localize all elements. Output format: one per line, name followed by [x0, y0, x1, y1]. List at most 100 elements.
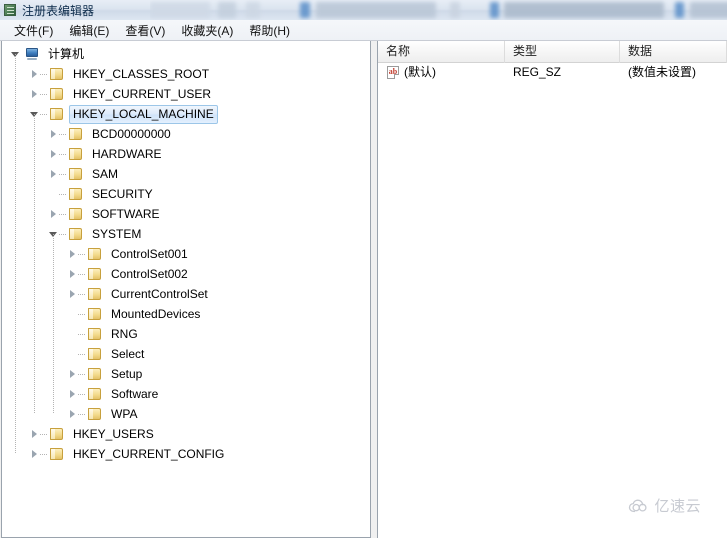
tree-connector: [59, 189, 68, 200]
list-column-headers: 名称 类型 数据: [378, 41, 727, 63]
folder-icon: [87, 407, 103, 421]
tree-node-label: BCD00000000: [92, 126, 171, 141]
menu-favorites[interactable]: 收藏夹(A): [173, 20, 241, 41]
folder-icon: [49, 447, 65, 461]
tree-connector: [59, 129, 68, 140]
value-name-text: (默认): [404, 65, 436, 79]
tree-node-label: HARDWARE: [92, 146, 162, 161]
expand-arrow-icon[interactable]: [29, 429, 40, 440]
tree-node-controlset002[interactable]: ControlSet002: [2, 264, 370, 284]
tree-node-hkey-local-machine[interactable]: HKEY_LOCAL_MACHINE: [2, 104, 370, 124]
tree-connector: [78, 389, 87, 400]
value-type-cell: REG_SZ: [513, 65, 562, 79]
tree-node-rng[interactable]: RNG: [2, 324, 370, 344]
tree-node-bcd00000000[interactable]: BCD00000000: [2, 124, 370, 144]
tree-node-security[interactable]: SECURITY: [2, 184, 370, 204]
registry-tree-pane[interactable]: 计算机 HKEY_CLASSES_ROOT HKEY_CURRENT_USER HKE…: [1, 41, 370, 538]
column-header-data[interactable]: 数据: [620, 41, 727, 63]
tree-guide-line: [53, 234, 54, 414]
menu-edit[interactable]: 编辑(E): [61, 20, 117, 41]
tree-node-label: Software: [111, 386, 159, 401]
tree-node-system[interactable]: SYSTEM: [2, 224, 370, 244]
main-panes: 计算机 HKEY_CLASSES_ROOT HKEY_CURRENT_USER HKE…: [0, 41, 727, 538]
expand-arrow-icon[interactable]: [67, 389, 78, 400]
tree-node-hkey-current-user[interactable]: HKEY_CURRENT_USER: [2, 84, 370, 104]
tree-connector: [78, 409, 87, 420]
tree-node-currentcontrolset[interactable]: CurrentControlSet: [2, 284, 370, 304]
registry-editor-icon: [3, 3, 17, 17]
tree-connector: [78, 289, 87, 300]
expand-arrow-icon[interactable]: [67, 369, 78, 380]
folder-icon: [49, 427, 65, 441]
menu-help[interactable]: 帮助(H): [241, 20, 298, 41]
tree-node-mounteddevices[interactable]: MountedDevices: [2, 304, 370, 324]
menu-file[interactable]: 文件(F): [6, 20, 61, 41]
folder-icon: [49, 87, 65, 101]
expand-arrow-icon[interactable]: [67, 409, 78, 420]
value-data-cell: (数值未设置): [628, 65, 696, 79]
tree-node-sam[interactable]: SAM: [2, 164, 370, 184]
tree-connector: [59, 169, 68, 180]
folder-icon: [87, 247, 103, 261]
expand-arrow-icon[interactable]: [48, 169, 59, 180]
tree-connector: [78, 329, 87, 340]
tree-node-label: RNG: [111, 326, 138, 341]
expand-arrow-icon[interactable]: [29, 69, 40, 80]
folder-icon: [87, 287, 103, 301]
expand-arrow-icon[interactable]: [48, 129, 59, 140]
expand-arrow-icon[interactable]: [67, 289, 78, 300]
expand-arrow-icon[interactable]: [29, 449, 40, 460]
tree-node-select[interactable]: Select: [2, 344, 370, 364]
tree-connector: [78, 249, 87, 260]
tree-node-label: SYSTEM: [92, 226, 142, 241]
tree-node-software[interactable]: SOFTWARE: [2, 204, 370, 224]
window-titlebar[interactable]: 注册表编辑器: [0, 0, 727, 20]
folder-icon: [49, 67, 65, 81]
tree-node-label: 计算机: [48, 46, 85, 61]
tree-connector: [40, 449, 49, 460]
tree-node-setup[interactable]: Setup: [2, 364, 370, 384]
value-list-pane[interactable]: 名称 类型 数据 ab (默认) REG_SZ (数值未设置): [378, 41, 727, 538]
tree-node-label: HKEY_CLASSES_ROOT: [73, 66, 210, 81]
tree-connector: [78, 369, 87, 380]
tree-node-computer[interactable]: 计算机: [2, 44, 370, 64]
folder-icon: [68, 227, 84, 241]
string-value-icon: ab: [386, 65, 400, 80]
tree-connector: [78, 349, 87, 360]
expand-arrow-icon[interactable]: [48, 149, 59, 160]
value-list-body: ab (默认) REG_SZ (数值未设置): [378, 63, 727, 82]
tree-node-hkey-classes-root[interactable]: HKEY_CLASSES_ROOT: [2, 64, 370, 84]
value-name-cell: ab (默认): [378, 63, 505, 82]
tree-node-hardware[interactable]: HARDWARE: [2, 144, 370, 164]
column-header-name[interactable]: 名称: [378, 41, 505, 63]
tree-node-hkey-current-config[interactable]: HKEY_CURRENT_CONFIG: [2, 444, 370, 464]
expand-arrow-icon[interactable]: [48, 209, 59, 220]
pane-splitter[interactable]: [370, 41, 378, 538]
tree-connector: [40, 69, 49, 80]
value-row[interactable]: ab (默认) REG_SZ (数值未设置): [378, 63, 727, 82]
expand-arrow-icon[interactable]: [67, 269, 78, 280]
expand-arrow-icon[interactable]: [67, 249, 78, 260]
tree-node-label: HKEY_CURRENT_CONFIG: [73, 446, 225, 461]
tree-node-label: HKEY_CURRENT_USER: [73, 86, 212, 101]
tree-node-label: MountedDevices: [111, 306, 201, 321]
column-header-type[interactable]: 类型: [505, 41, 620, 63]
tree-node-label: WPA: [111, 406, 138, 421]
tree-node-label: SECURITY: [92, 186, 153, 201]
folder-icon: [87, 327, 103, 341]
tree-connector: [40, 109, 49, 120]
tree-node-software[interactable]: Software: [2, 384, 370, 404]
folder-icon: [68, 167, 84, 181]
tree-node-label: HKEY_USERS: [73, 426, 154, 441]
tree-node-wpa[interactable]: WPA: [2, 404, 370, 424]
expand-arrow-icon[interactable]: [29, 89, 40, 100]
tree-node-hkey-users[interactable]: HKEY_USERS: [2, 424, 370, 444]
tree-connector: [59, 209, 68, 220]
tree-node-controlset001[interactable]: ControlSet001: [2, 244, 370, 264]
folder-icon: [87, 307, 103, 321]
tree-connector: [59, 229, 68, 240]
menu-view[interactable]: 查看(V): [117, 20, 173, 41]
window-title: 注册表编辑器: [22, 3, 95, 18]
